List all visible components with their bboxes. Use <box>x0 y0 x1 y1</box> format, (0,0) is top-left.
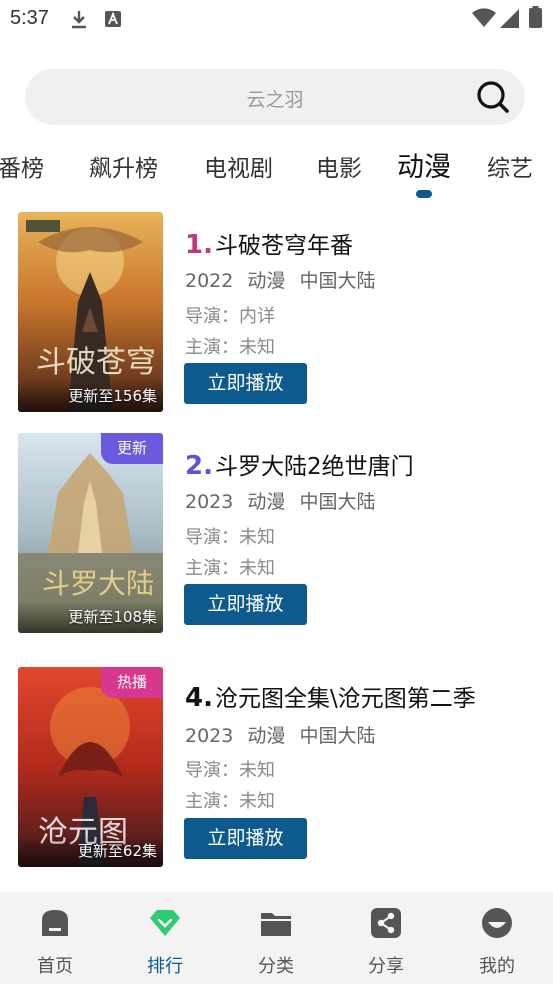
item-meta: 2022 动漫 中国大陆 <box>185 266 375 293</box>
list-item[interactable]: 沧元图 热播 更新至62集 4.沧元图全集\沧元图第二季 2023 动漫 中国大… <box>0 667 553 872</box>
tab-variety[interactable]: 综艺 <box>487 149 533 183</box>
nav-ranking[interactable]: 排行 <box>110 892 220 984</box>
list-item[interactable]: 斗破苍穹 更新至156集 1.斗破苍穹年番 2022 动漫 中国大陆 导演：内详… <box>0 212 553 417</box>
director: 导演：未知 <box>185 527 275 548</box>
search-icon[interactable] <box>475 79 511 115</box>
download-icon <box>72 11 86 29</box>
share-icon <box>371 908 401 938</box>
director: 导演：内详 <box>185 306 275 327</box>
battery-icon <box>529 6 542 28</box>
item-title[interactable]: 1.斗破苍穹年番 <box>185 226 353 260</box>
hot-badge: 热播 <box>101 667 163 698</box>
tab-anime[interactable]: 动漫 <box>397 145 451 184</box>
cast: 主演：未知 <box>185 558 275 579</box>
genre: 动漫 <box>247 491 286 513</box>
nav-label: 排行 <box>147 956 183 977</box>
year: 2022 <box>185 270 234 292</box>
item-title[interactable]: 4.沧元图全集\沧元图第二季 <box>185 679 476 713</box>
bottom-navigation: 首页 排行 分类 分享 我的 <box>0 892 553 984</box>
tab-fan-ranking[interactable]: 番榜 <box>0 149 44 183</box>
diamond-icon <box>150 910 180 936</box>
tab-tv-series[interactable]: 电视剧 <box>204 149 273 183</box>
play-now-button[interactable]: 立即播放 <box>184 584 307 625</box>
rank-number: 1. <box>185 230 213 260</box>
rank-number: 4. <box>185 683 213 713</box>
nav-share[interactable]: 分享 <box>331 892 441 984</box>
episode-update-label: 更新至108集 <box>68 608 157 626</box>
poster-image[interactable]: 沧元图 热播 更新至62集 <box>18 667 163 867</box>
poster-image[interactable]: 斗破苍穹 更新至156集 <box>18 212 163 412</box>
tab-movies[interactable]: 电影 <box>316 149 362 183</box>
item-meta: 2023 动漫 中国大陆 <box>185 721 375 748</box>
year: 2023 <box>185 725 234 747</box>
director: 导演：未知 <box>185 760 275 781</box>
search-placeholder: 云之羽 <box>246 89 304 111</box>
home-icon <box>42 910 68 936</box>
play-now-button[interactable]: 立即播放 <box>184 818 307 859</box>
status-bar: 5:37 <box>0 0 553 40</box>
status-time: 5:37 <box>10 7 49 29</box>
rank-number: 2. <box>185 451 213 481</box>
update-badge: 更新 <box>101 433 163 464</box>
nav-category[interactable]: 分类 <box>221 892 331 984</box>
genre: 动漫 <box>247 725 286 747</box>
cell-signal-icon <box>500 9 519 28</box>
nav-home[interactable]: 首页 <box>0 892 110 984</box>
svg-text:斗罗大陆: 斗罗大陆 <box>42 567 154 600</box>
title-text: 斗罗大陆2绝世唐门 <box>214 454 414 480</box>
item-meta: 2023 动漫 中国大陆 <box>185 487 375 514</box>
episode-update-label: 更新至156集 <box>68 387 157 405</box>
profile-icon <box>482 908 512 938</box>
year: 2023 <box>185 491 234 513</box>
play-now-button[interactable]: 立即播放 <box>184 363 307 404</box>
region: 中国大陆 <box>299 725 376 747</box>
title-text: 斗破苍穹年番 <box>214 233 353 259</box>
nav-label: 我的 <box>479 956 515 977</box>
title-text: 沧元图全集\沧元图第二季 <box>214 686 476 712</box>
region: 中国大陆 <box>299 491 376 513</box>
search-bar[interactable]: 云之羽 <box>25 69 525 125</box>
nav-profile[interactable]: 我的 <box>442 892 552 984</box>
tab-rising-ranking[interactable]: 飙升榜 <box>89 149 158 183</box>
text-notification-icon <box>105 11 121 27</box>
nav-label: 分类 <box>258 956 294 977</box>
episode-update-label: 更新至62集 <box>77 842 157 860</box>
item-title[interactable]: 2.斗罗大陆2绝世唐门 <box>185 447 414 481</box>
cast: 主演：未知 <box>185 791 275 812</box>
region: 中国大陆 <box>299 270 376 292</box>
cast: 主演：未知 <box>185 337 275 358</box>
active-tab-indicator <box>416 190 432 198</box>
category-tabs: 番榜 飙升榜 电视剧 电影 动漫 综艺 <box>0 140 553 200</box>
nav-label: 分享 <box>368 956 404 977</box>
nav-label: 首页 <box>37 956 73 977</box>
svg-text:斗破苍穹: 斗破苍穹 <box>36 345 156 380</box>
poster-image[interactable]: 斗罗大陆 更新 更新至108集 <box>18 433 163 633</box>
folder-icon <box>261 913 291 936</box>
genre: 动漫 <box>247 270 286 292</box>
list-item[interactable]: 斗罗大陆 更新 更新至108集 2.斗罗大陆2绝世唐门 2023 动漫 中国大陆… <box>0 433 553 638</box>
wifi-icon <box>472 8 496 27</box>
